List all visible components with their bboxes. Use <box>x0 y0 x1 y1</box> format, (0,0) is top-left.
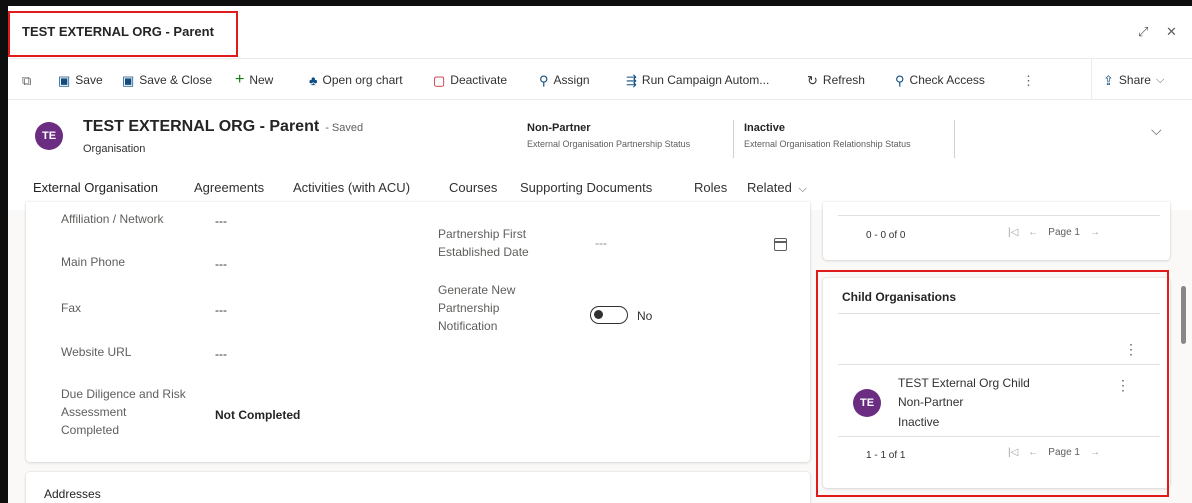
partnership-date-value[interactable]: --- <box>595 236 607 250</box>
deactivate-button[interactable]: ▢ Deactivate <box>433 70 507 90</box>
form-scrollbar[interactable] <box>1181 286 1186 344</box>
popout-button[interactable]: ⧉ <box>22 70 31 90</box>
main-phone-label: Main Phone <box>61 255 126 269</box>
subgrid-record-count: 0 - 0 of 0 <box>866 230 906 241</box>
run-campaign-button[interactable]: ⇶ Run Campaign Autom... <box>626 70 769 90</box>
record-avatar: TE <box>35 122 63 150</box>
save-close-button[interactable]: ▣ Save & Close <box>122 70 212 90</box>
save-close-label: Save & Close <box>139 73 212 87</box>
tab-supporting-documents[interactable]: Supporting Documents <box>520 180 652 195</box>
child-organisations-highlight-box <box>816 270 1169 497</box>
tab-related[interactable]: Related ⌵ <box>747 180 807 196</box>
save-button[interactable]: ▣ Save <box>58 70 103 90</box>
header-expand-chevron-icon[interactable]: ⌵ <box>1151 122 1162 139</box>
share-button[interactable]: ⇪ Share ⌵ <box>1103 70 1164 90</box>
tab-related-label: Related <box>747 180 792 195</box>
affiliation-value[interactable]: --- <box>215 214 227 228</box>
notification-toggle[interactable] <box>590 306 628 324</box>
assign-icon: ⚲ <box>539 72 549 88</box>
fax-value[interactable]: --- <box>215 303 227 317</box>
org-chart-icon: ♣ <box>309 72 318 88</box>
relationship-status-label: External Organisation Relationship Statu… <box>744 139 911 149</box>
main-phone-value[interactable]: --- <box>215 257 227 271</box>
next-page-icon[interactable]: → <box>1090 227 1100 238</box>
close-icon[interactable]: ✕ <box>1166 24 1177 40</box>
notification-value: No <box>637 309 653 323</box>
popout-icon: ⧉ <box>22 72 32 88</box>
chevron-down-icon: ⌵ <box>798 183 807 195</box>
chevron-down-icon: ⌵ <box>1155 73 1165 86</box>
tab-activities[interactable]: Activities (with ACU) <box>293 180 410 195</box>
tab-roles[interactable]: Roles <box>694 180 727 195</box>
more-icon: ⋮ <box>1022 72 1035 88</box>
command-bar: ⧉ ▣ Save ▣ Save & Close + New ♣ Open org… <box>8 58 1192 101</box>
tab-courses[interactable]: Courses <box>449 180 497 195</box>
affiliation-label: Affiliation / Network <box>61 212 164 226</box>
calendar-icon[interactable] <box>774 238 787 251</box>
share-icon: ⇪ <box>1103 72 1114 88</box>
open-org-chart-label: Open org chart <box>322 73 403 87</box>
check-access-icon: ⚲ <box>895 72 905 88</box>
share-divider <box>1091 59 1092 101</box>
record-title-text: TEST EXTERNAL ORG - Parent <box>83 118 320 135</box>
share-label: Share <box>1118 73 1151 87</box>
dialog-title-bar: TEST EXTERNAL ORG - Parent ⤢ ✕ <box>8 6 1192 58</box>
title-highlight-box <box>8 11 238 57</box>
addresses-section-card <box>26 472 810 503</box>
addresses-title: Addresses <box>44 487 101 501</box>
more-commands-button[interactable]: ⋮ <box>1022 70 1035 90</box>
assign-button[interactable]: ⚲ Assign <box>539 70 590 90</box>
record-title: TEST EXTERNAL ORG - Parent - Saved <box>83 118 363 136</box>
save-label: Save <box>75 73 103 87</box>
assign-label: Assign <box>553 73 590 87</box>
header-divider <box>733 120 734 158</box>
new-button[interactable]: + New <box>235 70 273 90</box>
previous-page-icon[interactable]: ← <box>1028 227 1038 238</box>
deactivate-label: Deactivate <box>450 73 507 87</box>
record-header: TE TEST EXTERNAL ORG - Parent - Saved Org… <box>8 100 1192 210</box>
due-diligence-value[interactable]: Not Completed <box>215 408 300 422</box>
check-access-button[interactable]: ⚲ Check Access <box>895 70 985 90</box>
due-diligence-label: Due Diligence and Risk Assessment Comple… <box>61 387 186 437</box>
notification-label: Generate New Partnership Notification <box>438 283 516 333</box>
first-page-icon[interactable]: |◁ <box>1008 227 1018 238</box>
subgrid-divider <box>838 215 1160 216</box>
subgrid-page-label: Page 1 <box>1048 227 1080 238</box>
fax-label: Fax <box>61 301 82 315</box>
toggle-knob <box>594 310 603 319</box>
flow-icon: ⇶ <box>626 72 637 88</box>
header-divider <box>954 120 955 158</box>
plus-icon: + <box>235 71 245 88</box>
new-label: New <box>249 73 274 87</box>
expand-icon[interactable]: ⤢ <box>1138 24 1148 40</box>
save-icon: ▣ <box>58 72 71 88</box>
tab-external-organisation[interactable]: External Organisation <box>33 180 158 195</box>
subgrid-pager: |◁ ← Page 1 → <box>1008 227 1100 238</box>
check-access-label: Check Access <box>909 73 985 87</box>
refresh-button[interactable]: ↻ Refresh <box>807 70 865 90</box>
partnership-date-label: Partnership First Established Date <box>438 227 529 259</box>
partnership-status-value: Non-Partner <box>527 122 591 134</box>
tab-agreements[interactable]: Agreements <box>194 180 264 195</box>
website-label: Website URL <box>61 345 132 359</box>
record-entity: Organisation <box>83 143 146 155</box>
open-org-chart-button[interactable]: ♣ Open org chart <box>309 70 403 90</box>
save-close-icon: ▣ <box>122 72 135 88</box>
saved-status: - Saved <box>325 122 364 134</box>
header-field-relationship-status: Inactive External Organisation Relations… <box>744 122 911 149</box>
header-field-partnership-status: Non-Partner External Organisation Partne… <box>527 122 690 149</box>
deactivate-icon: ▢ <box>433 72 446 88</box>
run-campaign-label: Run Campaign Autom... <box>641 73 770 87</box>
refresh-label: Refresh <box>822 73 865 87</box>
record-dialog: TEST EXTERNAL ORG - Parent ⤢ ✕ ⧉ ▣ Save … <box>8 6 1192 503</box>
partnership-status-label: External Organisation Partnership Status <box>527 139 691 149</box>
website-value[interactable]: --- <box>215 347 227 361</box>
refresh-icon: ↻ <box>807 72 818 88</box>
relationship-status-value: Inactive <box>744 122 785 134</box>
